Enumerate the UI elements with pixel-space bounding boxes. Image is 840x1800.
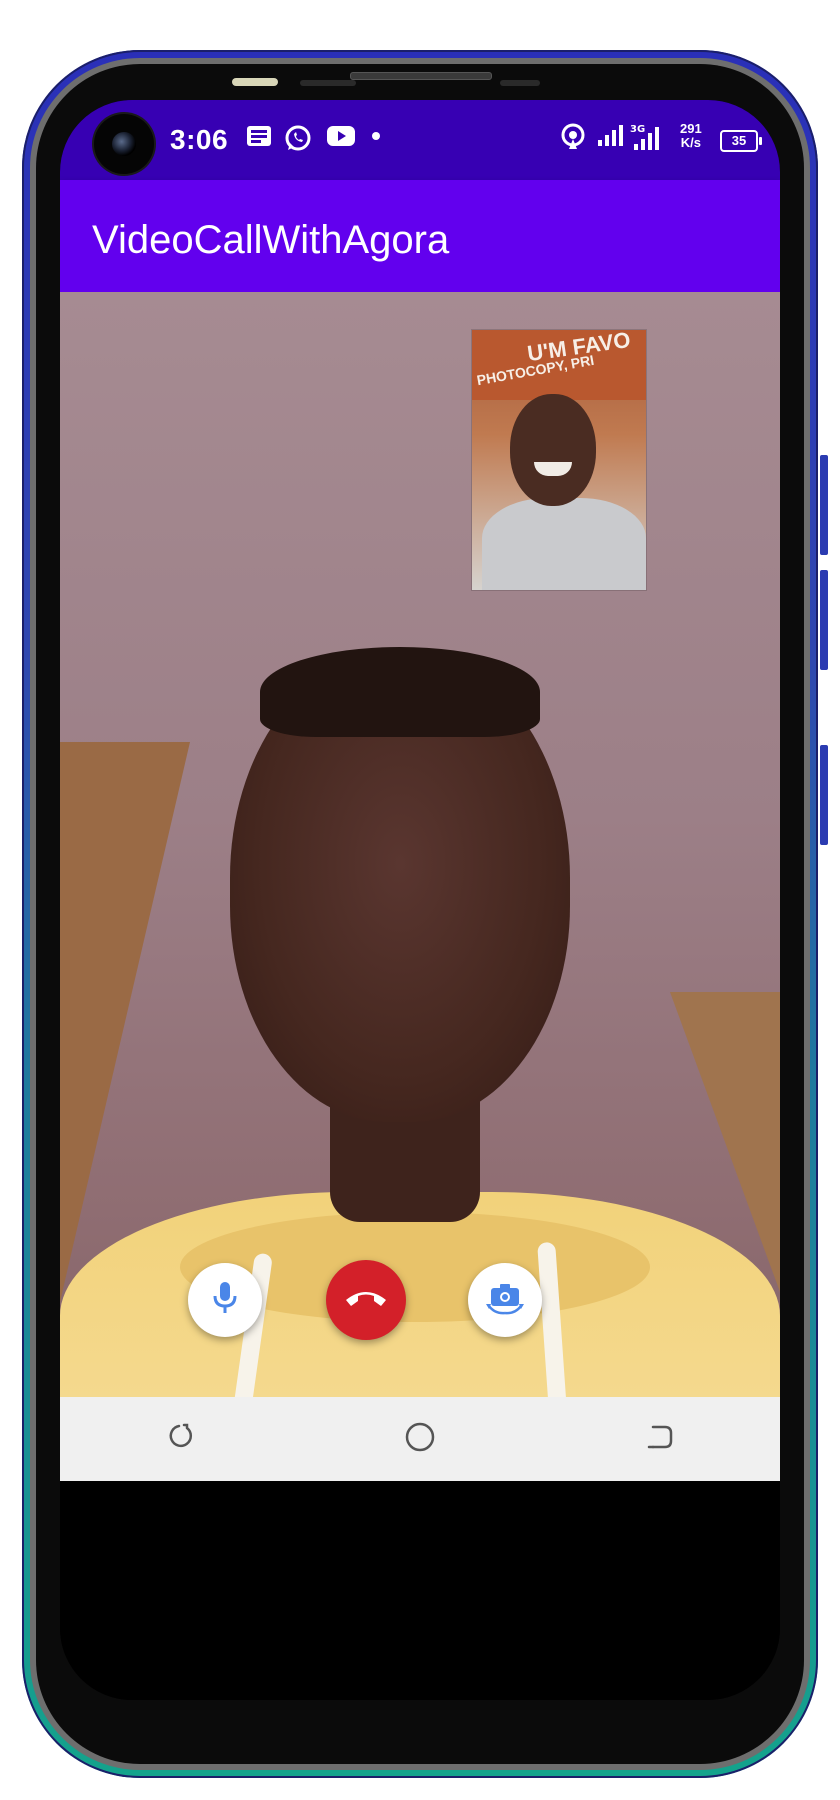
volume-down-button: [820, 570, 828, 670]
local-video-sign: U'M FAVO PHOTOCOPY, PRI: [472, 330, 646, 400]
hotspot-icon: [560, 122, 586, 158]
screen: 3:06 3G 291 K/s 35 VideoCallWithAgora U'…: [60, 100, 780, 1700]
local-video-person-body: [482, 498, 646, 590]
screen-bottom-bezel: [60, 1481, 780, 1700]
earpiece-speaker: [350, 72, 492, 80]
top-bezel-detail: [300, 80, 356, 86]
network-speed-value: 291: [680, 121, 702, 136]
news-icon: [246, 124, 272, 156]
home-button[interactable]: [390, 1409, 450, 1469]
signal-icon: [596, 122, 626, 156]
end-call-button[interactable]: [326, 1260, 406, 1340]
front-camera: [94, 114, 154, 174]
dot-icon: [370, 120, 382, 158]
phone-hangup-icon: [344, 1287, 388, 1314]
signal-hd-icon: 3G: [630, 122, 666, 160]
status-time: 3:06: [170, 124, 229, 155]
network-speed-unit: K/s: [680, 135, 701, 150]
top-bezel-detail: [500, 80, 540, 86]
remote-video-person-hair: [260, 647, 540, 737]
recents-icon: [165, 1422, 195, 1457]
camera-switch-icon: [485, 1280, 525, 1321]
switch-camera-button[interactable]: [468, 1263, 542, 1337]
app-bar: VideoCallWithAgora: [60, 180, 780, 292]
back-icon: [645, 1422, 675, 1457]
network-speed: 291 K/s: [680, 122, 702, 150]
back-button[interactable]: [630, 1409, 690, 1469]
recents-button[interactable]: [150, 1409, 210, 1469]
battery-icon: 35: [720, 130, 762, 152]
app-title: VideoCallWithAgora: [92, 218, 450, 262]
proximity-sensor: [232, 78, 278, 86]
volume-up-button: [820, 455, 828, 555]
navigation-bar: [60, 1397, 780, 1481]
local-video-view[interactable]: U'M FAVO PHOTOCOPY, PRI: [472, 330, 646, 590]
power-button: [820, 745, 828, 845]
local-video-person-face: [510, 394, 596, 506]
youtube-icon: [326, 124, 356, 156]
microphone-icon: [208, 1279, 242, 1322]
status-bar: 3:06 3G 291 K/s 35: [60, 100, 780, 180]
whatsapp-icon: [284, 124, 312, 160]
mute-microphone-button[interactable]: [188, 1263, 262, 1337]
home-icon: [404, 1421, 436, 1458]
svg-text:3G: 3G: [630, 124, 645, 135]
